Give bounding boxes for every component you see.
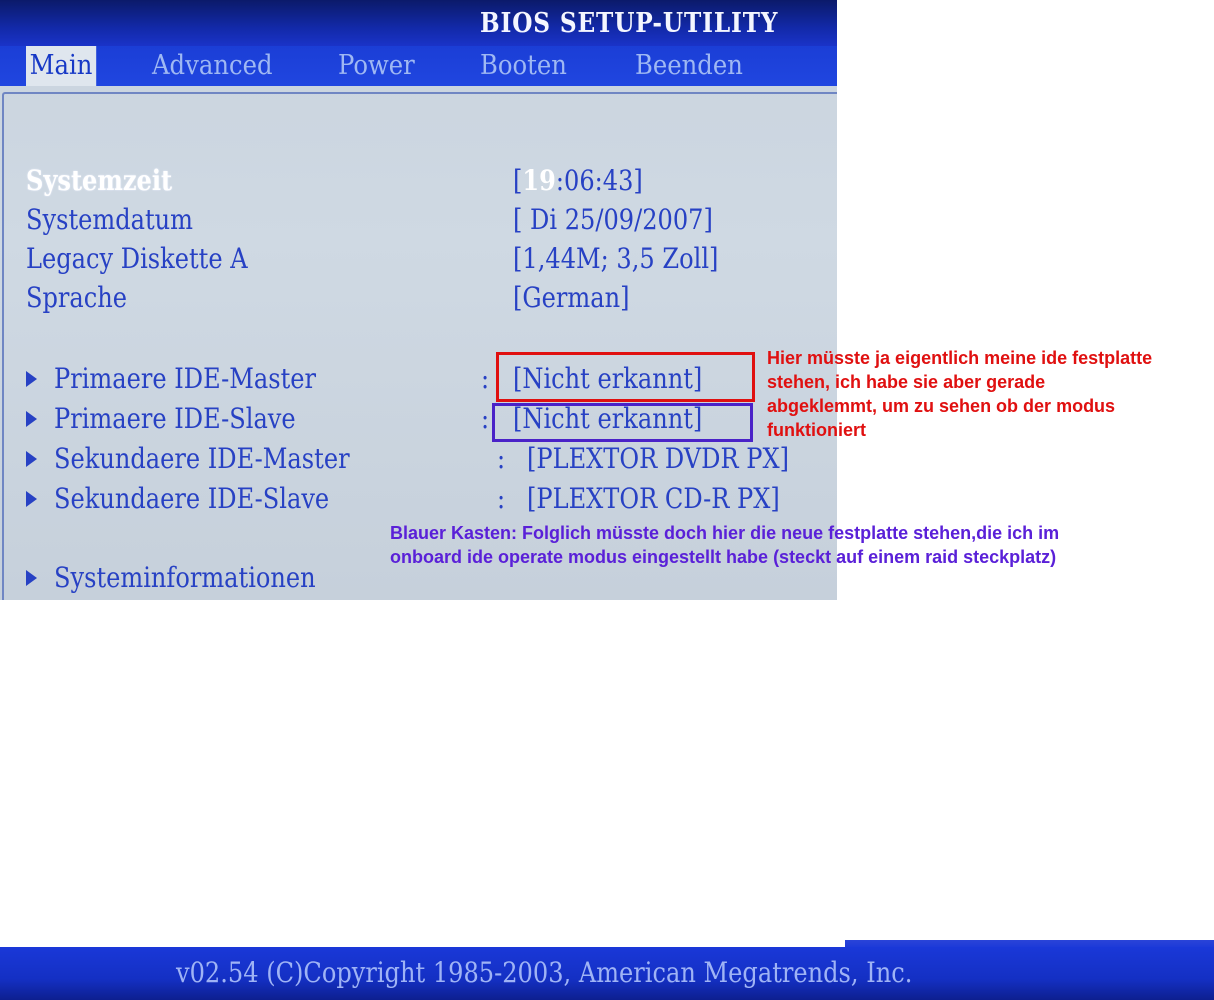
red-annotation-note: Hier müsste ja eigentlich meine ide fest… bbox=[767, 346, 1152, 442]
systemzeit-rest: :06:43] bbox=[555, 164, 643, 197]
drive-separator: : bbox=[497, 482, 506, 515]
setting-value-legacy-diskette[interactable]: [1,44M; 3,5 Zoll] bbox=[513, 241, 718, 277]
tab-beenden[interactable]: Beenden bbox=[635, 46, 743, 86]
bios-copyright: v02.54 (C)Copyright 1985-2003, American … bbox=[176, 956, 913, 989]
blue-annotation-line: onboard ide operate modus eingestellt ha… bbox=[390, 547, 1057, 567]
drive-label-primaere-ide-master[interactable]: Primaere IDE-Master bbox=[54, 361, 316, 397]
setting-value-systemdatum[interactable]: [ Di 25/09/2007] bbox=[513, 202, 713, 238]
setting-value-sprache[interactable]: [German] bbox=[513, 280, 629, 316]
setting-label-systemdatum[interactable]: Systemdatum bbox=[26, 202, 193, 238]
drive-label-primaere-ide-slave[interactable]: Primaere IDE-Slave bbox=[54, 401, 296, 437]
systemzeit-hour-field[interactable]: 19 bbox=[522, 164, 556, 197]
blue-annotation-note: Blauer Kasten: Folglich müsste doch hier… bbox=[390, 521, 1059, 569]
submenu-arrow-icon bbox=[26, 451, 37, 467]
drive-separator: : bbox=[481, 362, 490, 395]
setting-value-systemzeit[interactable]: [19:06:43] bbox=[513, 163, 643, 199]
red-annotation-line: funktioniert bbox=[767, 420, 866, 440]
tab-power[interactable]: Power bbox=[338, 46, 415, 86]
drive-value-sekundaere-ide-master[interactable]: [PLEXTOR DVDR PX] bbox=[527, 441, 789, 477]
submenu-arrow-icon bbox=[26, 491, 37, 507]
bios-screen: BIOS SETUP-UTILITY Main Advanced Power B… bbox=[0, 0, 837, 600]
tab-advanced[interactable]: Advanced bbox=[152, 46, 273, 86]
blue-annotation-line: Blauer Kasten: Folglich müsste doch hier… bbox=[390, 523, 1060, 543]
bios-menu-bar: Main Advanced Power Booten Beenden bbox=[0, 46, 837, 86]
drive-separator: : bbox=[497, 442, 506, 475]
setting-label-systemzeit[interactable]: Systemzeit bbox=[26, 163, 172, 199]
red-annotation-line: Hier müsste ja eigentlich meine ide fest… bbox=[767, 348, 1153, 368]
red-annotation-line: abgeklemmt, um zu sehen ob der modus bbox=[767, 396, 1116, 416]
red-highlight-box bbox=[496, 352, 755, 402]
setting-label-sprache[interactable]: Sprache bbox=[26, 280, 127, 316]
tab-booten[interactable]: Booten bbox=[480, 46, 567, 86]
bios-title-bar: BIOS SETUP-UTILITY bbox=[0, 0, 837, 46]
drive-value-sekundaere-ide-slave[interactable]: [PLEXTOR CD-R PX] bbox=[527, 481, 780, 517]
submenu-arrow-icon bbox=[26, 411, 37, 427]
systemzeit-open-bracket: [ bbox=[513, 164, 523, 197]
drive-separator: : bbox=[481, 402, 490, 435]
bios-title: BIOS SETUP-UTILITY bbox=[480, 8, 779, 39]
tab-main[interactable]: Main bbox=[26, 46, 97, 86]
setting-label-legacy-diskette[interactable]: Legacy Diskette A bbox=[26, 241, 248, 277]
blue-highlight-box bbox=[492, 403, 753, 442]
red-annotation-line: stehen, ich habe sie aber gerade bbox=[767, 372, 1046, 392]
sysinfo-label[interactable]: Systeminformationen bbox=[54, 560, 316, 596]
drive-label-sekundaere-ide-slave[interactable]: Sekundaere IDE-Slave bbox=[54, 481, 329, 517]
submenu-arrow-icon bbox=[26, 570, 37, 586]
drive-label-sekundaere-ide-master[interactable]: Sekundaere IDE-Master bbox=[54, 441, 350, 477]
submenu-arrow-icon bbox=[26, 371, 37, 387]
